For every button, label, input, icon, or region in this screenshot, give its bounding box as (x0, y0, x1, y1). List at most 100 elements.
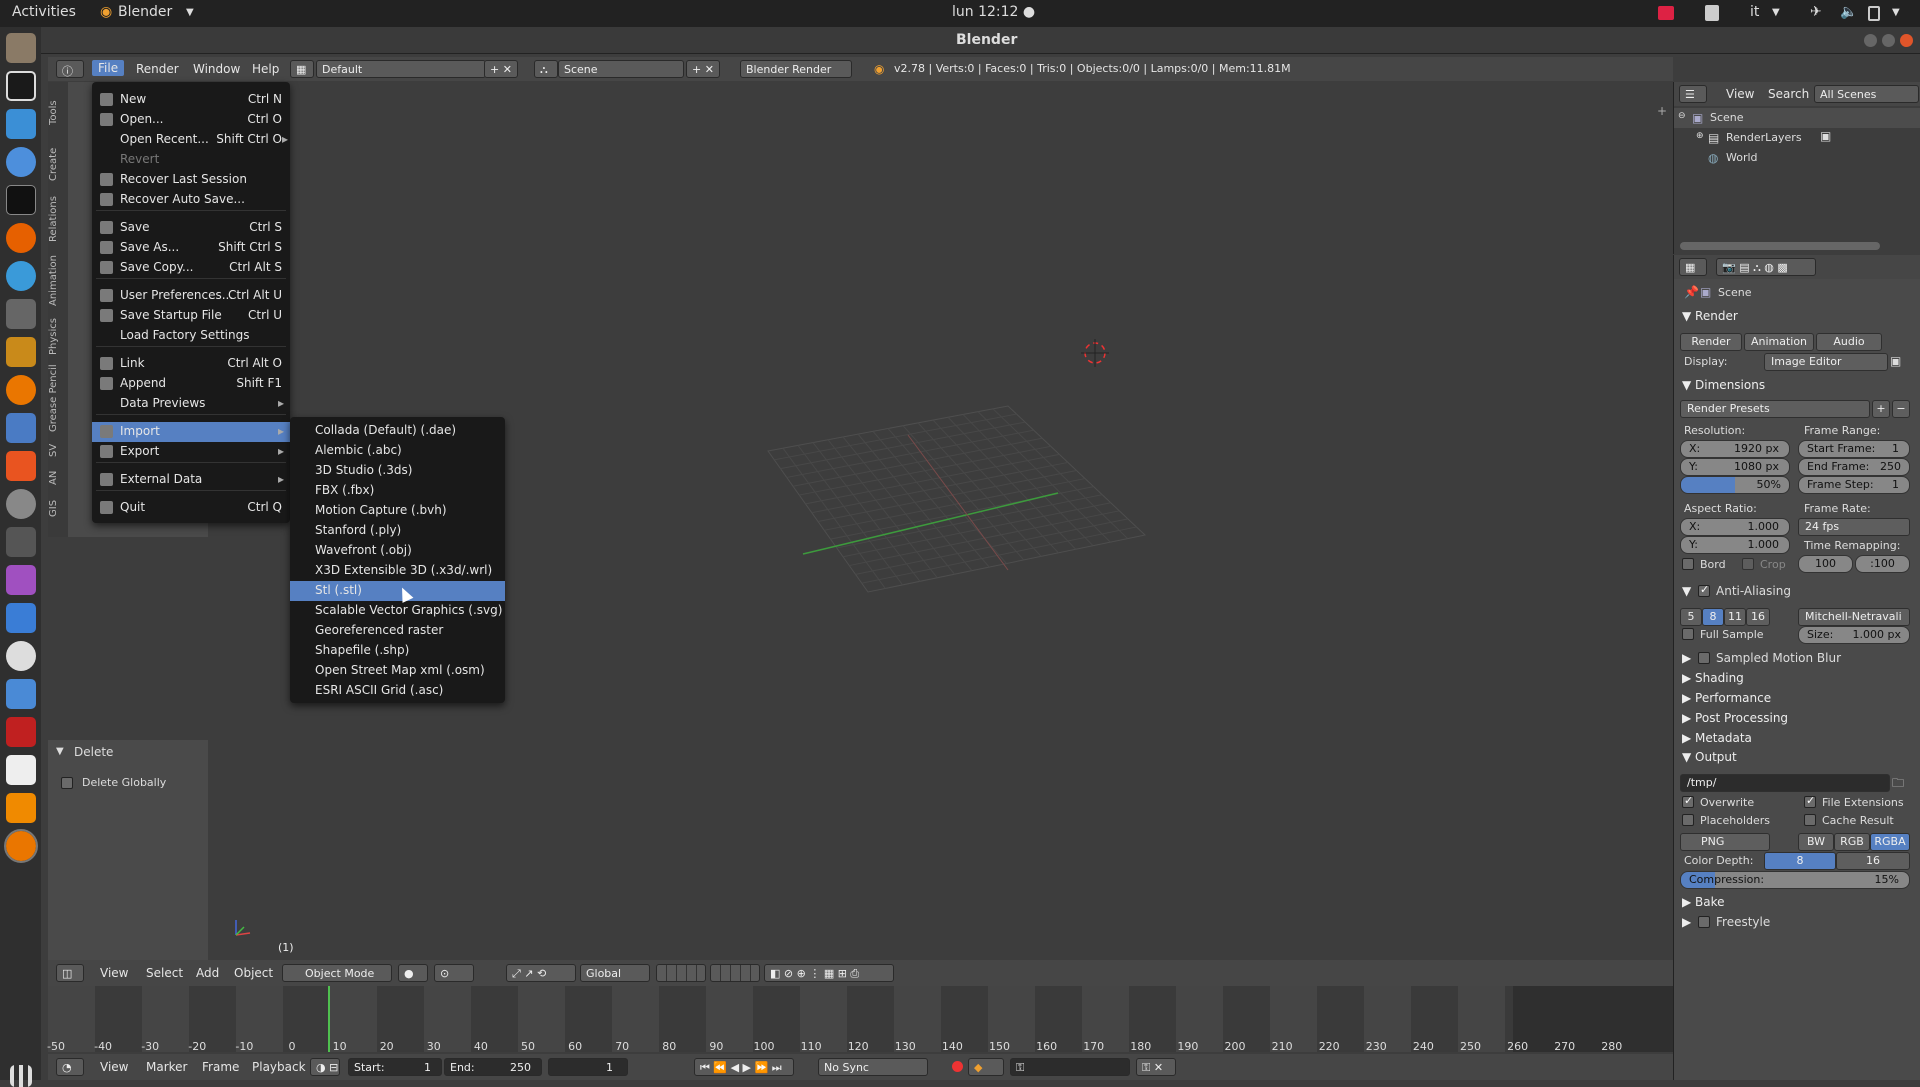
import-item[interactable]: ESRI ASCII Grid (.asc) (290, 681, 505, 701)
tab-create[interactable]: Create (48, 140, 68, 188)
import-item[interactable]: Motion Capture (.bvh) (290, 501, 505, 521)
insert-keyframe-buttons[interactable]: ⚿ ✕ (1136, 1058, 1176, 1076)
pivot-select[interactable]: ⊙ (434, 964, 474, 982)
outliner-row-renderlayers[interactable]: ⊕ ▤ RenderLayers ▣ (1674, 128, 1920, 148)
context-tabs[interactable]: 📷 ▤ ⛬ ◍ ▩ (1716, 258, 1816, 276)
compression-field[interactable]: Compression: 15% (1680, 871, 1910, 889)
media-icon[interactable] (6, 565, 36, 595)
dimensions-panel-header[interactable]: ▼ Dimensions (1682, 378, 1765, 392)
audio-button[interactable]: Audio (1816, 333, 1882, 351)
import-item[interactable]: Alembic (.abc) (290, 441, 505, 461)
inkscape-icon[interactable] (6, 71, 36, 101)
import-item[interactable]: 3D Studio (.3ds) (290, 461, 505, 481)
color-mode-rgb[interactable]: RGB (1834, 833, 1870, 851)
metadata-panel-header[interactable]: ▶ Metadata (1682, 731, 1752, 745)
crop-checkbox[interactable] (1742, 558, 1754, 570)
anti-aliasing-panel-header[interactable]: ▼ (1682, 584, 1691, 598)
gimp-icon[interactable] (6, 299, 36, 329)
menu-item-data-previews[interactable]: Data Previews ▸ (92, 394, 290, 414)
layout-add-remove[interactable]: + ✕ (484, 60, 518, 78)
blender-launcher-icon[interactable] (6, 337, 36, 367)
editor-type-3d-icon[interactable]: ◫ (56, 964, 84, 982)
writer-icon[interactable] (6, 109, 36, 139)
system-menu-arrow-icon[interactable]: ▼ (1892, 7, 1900, 18)
remap-new-field[interactable]: :100 (1855, 555, 1910, 573)
tab-tools[interactable]: Tools (48, 90, 68, 135)
timeline[interactable]: -50 -40 -30 -20 -10 0 10 20 30 40 50 60 70 80 90 100 110… (47, 986, 1673, 1053)
software-center-icon[interactable] (6, 451, 36, 481)
pin-icon[interactable]: 📌 (1684, 285, 1699, 299)
outliner-row-world[interactable]: ◍ World (1674, 148, 1920, 168)
editor-type-properties-icon[interactable]: ▦ (1679, 258, 1707, 276)
outliner-view-menu[interactable]: View (1726, 87, 1754, 101)
feather-icon[interactable] (6, 261, 36, 291)
tab-sv[interactable]: SV (48, 438, 68, 462)
shading-select[interactable]: ● (398, 964, 428, 982)
remove-preset-button[interactable]: − (1892, 400, 1910, 418)
tab-grease-pencil[interactable]: Grease Pencil (48, 362, 68, 434)
menu-item-quit[interactable]: Quit Ctrl Q (92, 498, 290, 518)
import-item[interactable]: X3D Extensible 3D (.x3d/.wrl) (290, 561, 505, 581)
clipboard-icon[interactable] (1705, 5, 1719, 21)
performance-panel-header[interactable]: ▶ Performance (1682, 691, 1771, 705)
import-item[interactable]: Scalable Vector Graphics (.svg) (290, 601, 505, 621)
chromium-icon[interactable] (6, 147, 36, 177)
expand-icon[interactable]: ⊕ (1696, 131, 1704, 141)
full-sample-checkbox[interactable] (1682, 628, 1694, 640)
properties-toggle-icon[interactable]: + (1657, 104, 1667, 118)
select-menu[interactable]: Select (146, 966, 183, 980)
tab-gis[interactable]: GIS (48, 494, 68, 522)
sync-icon[interactable] (6, 603, 36, 633)
render-button[interactable]: Render (1680, 333, 1742, 351)
menu-item-save-as[interactable]: Save As... Shift Ctrl S (92, 238, 290, 258)
tab-physics[interactable]: Physics (48, 314, 68, 360)
frame-step-prop[interactable]: Frame Step: 1 (1798, 476, 1910, 494)
manipulator-toggles[interactable]: ⤢ ↗ ⟲ (506, 964, 576, 982)
keyboard-layout[interactable]: it (1750, 4, 1759, 20)
volume-icon[interactable]: 🔈 (1840, 4, 1857, 20)
terminal-icon[interactable] (6, 185, 36, 215)
menu-item-recover-last-session[interactable]: Recover Last Session (92, 170, 290, 190)
filter-size-field[interactable]: Size: 1.000 px (1798, 626, 1910, 644)
import-item[interactable]: Open Street Map xml (.osm) (290, 661, 505, 681)
add-preset-button[interactable]: + (1872, 400, 1890, 418)
frame-rate-select[interactable]: 24 fps (1798, 518, 1910, 536)
record-button[interactable] (952, 1061, 963, 1072)
resolution-percentage-field[interactable]: 50% (1680, 476, 1790, 494)
preview-range-toggle[interactable]: ◑ ⊟ (310, 1058, 340, 1076)
view-menu[interactable]: View (100, 966, 128, 980)
firefox-icon[interactable] (6, 223, 36, 253)
menu-item-recover-auto-save[interactable]: Recover Auto Save... (92, 190, 290, 210)
menu-render[interactable]: Render (136, 62, 179, 76)
minimize-button[interactable] (1864, 34, 1877, 47)
outliner-search-menu[interactable]: Search (1768, 87, 1809, 101)
layers-row-1[interactable] (656, 964, 706, 982)
import-item[interactable]: Shapefile (.shp) (290, 641, 505, 661)
editor-type-icon[interactable]: ⓘ (56, 60, 84, 78)
keying-set-button[interactable]: ◆ (968, 1058, 1004, 1076)
start-frame-prop[interactable]: Start Frame: 1 (1798, 440, 1910, 458)
bake-panel-header[interactable]: ▶ Bake (1682, 895, 1725, 909)
eye-icon[interactable] (6, 641, 36, 671)
animation-button[interactable]: Animation (1744, 333, 1814, 351)
expand-icon[interactable]: ⊖ (1678, 111, 1686, 121)
file-format-select[interactable]: PNG (1680, 833, 1770, 851)
cache-result-checkbox[interactable] (1804, 814, 1816, 826)
aa-filter-select[interactable]: Mitchell-Netravali (1798, 608, 1910, 626)
outliner-row-scene[interactable]: ⊖ ▣ Scene (1674, 108, 1920, 128)
vlc-icon[interactable] (6, 793, 36, 823)
post-processing-panel-header[interactable]: ▶ Post Processing (1682, 711, 1788, 725)
object-menu[interactable]: Object (234, 966, 273, 980)
clock[interactable]: lun 12:12 ● (952, 4, 1035, 20)
resolution-x-field[interactable]: X: 1920 px (1680, 440, 1790, 458)
aspect-y-field[interactable]: Y: 1.000 (1680, 536, 1790, 554)
import-item[interactable]: FBX (.fbx) (290, 481, 505, 501)
aa-samples-8[interactable]: 8 (1702, 608, 1724, 626)
scene-select[interactable]: Scene (558, 60, 684, 78)
display-mode-select[interactable]: All Scenes (1814, 85, 1919, 103)
scene-add-remove[interactable]: + ✕ (686, 60, 720, 78)
editor-type-timeline-icon[interactable]: ◔ (56, 1058, 84, 1076)
tab-relations[interactable]: Relations (48, 190, 68, 248)
timeline-view-menu[interactable]: View (100, 1060, 128, 1074)
menu-item-save[interactable]: Save Ctrl S (92, 218, 290, 238)
